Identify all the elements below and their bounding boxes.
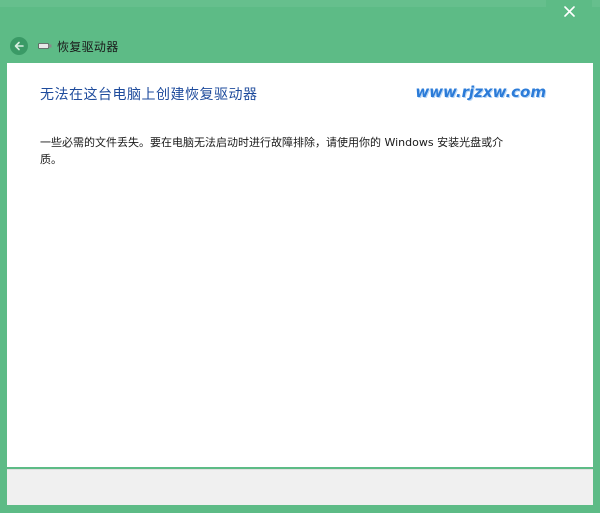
close-icon (563, 5, 575, 17)
window-frame: 恢复驱动器 无法在这台电脑上创建恢复驱动器 www.rjzxw.com 一些必需… (0, 0, 600, 513)
title-bar (0, 0, 600, 7)
back-arrow-icon (14, 41, 24, 51)
navigation-bar: 恢复驱动器 (7, 30, 593, 62)
back-button[interactable] (10, 37, 28, 55)
usb-drive-icon (38, 41, 52, 51)
error-message: 一些必需的文件丢失。要在电脑无法启动时进行故障排除，请使用你的 Windows … (40, 136, 504, 166)
content-area: 无法在这台电脑上创建恢复驱动器 www.rjzxw.com 一些必需的文件丢失。… (7, 63, 593, 467)
footer-bar (7, 469, 593, 505)
page-heading: 无法在这台电脑上创建恢复驱动器 (40, 87, 258, 103)
close-button[interactable] (546, 0, 592, 22)
watermark: www.rjzxw.com (415, 83, 546, 101)
nav-title: 恢复驱动器 (57, 39, 119, 54)
